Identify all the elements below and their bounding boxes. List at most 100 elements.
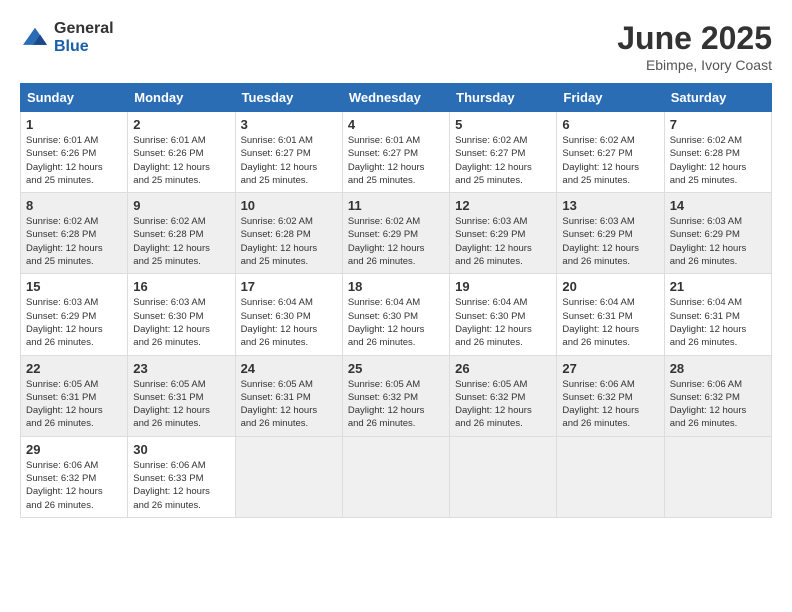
calendar-cell: 11Sunrise: 6:02 AM Sunset: 6:29 PM Dayli… — [342, 193, 449, 274]
calendar-cell: 9 Sunrise: 6:02 AM Sunset: 6:28 PM Daylig… — [128, 193, 235, 274]
day-info: Sunrise: 6:04 AM Sunset: 6:30 PM Dayligh… — [348, 296, 444, 349]
calendar-cell: 2 Sunrise: 6:01 AM Sunset: 6:26 PM Daylig… — [128, 112, 235, 193]
day-number: 7 — [670, 117, 766, 132]
day-info: Sunrise: 6:03 AM Sunset: 6:29 PM Dayligh… — [562, 215, 658, 268]
calendar-cell: 24 Sunrise: 6:05 AM Sunset: 6:31 PM Dayli… — [235, 355, 342, 436]
day-number: 3 — [241, 117, 337, 132]
day-info: Sunrise: 6:03 AM Sunset: 6:30 PM Dayligh… — [133, 296, 229, 349]
day-number: 10 — [241, 198, 337, 213]
day-info: Sunrise: 6:01 AM Sunset: 6:27 PM Dayligh… — [348, 134, 444, 187]
calendar-cell: 3 Sunrise: 6:01 AM Sunset: 6:27 PM Daylig… — [235, 112, 342, 193]
day-number: 28 — [670, 361, 766, 376]
calendar-table: SundayMondayTuesdayWednesdayThursdayFrid… — [20, 83, 772, 518]
calendar-cell — [664, 436, 771, 517]
day-info: Sunrise: 6:01 AM Sunset: 6:27 PM Dayligh… — [241, 134, 337, 187]
calendar-week-row-5: 29Sunrise: 6:06 AM Sunset: 6:32 PM Dayli… — [21, 436, 772, 517]
calendar-cell: 19 Sunrise: 6:04 AM Sunset: 6:30 PM Dayli… — [450, 274, 557, 355]
title-area: June 2025 Ebimpe, Ivory Coast — [617, 20, 772, 73]
calendar-cell — [557, 436, 664, 517]
day-number: 27 — [562, 361, 658, 376]
logo-general-text: General — [54, 20, 114, 37]
calendar-cell: 26Sunrise: 6:05 AM Sunset: 6:32 PM Dayli… — [450, 355, 557, 436]
day-info: Sunrise: 6:01 AM Sunset: 6:26 PM Dayligh… — [133, 134, 229, 187]
weekday-header-monday: Monday — [128, 84, 235, 112]
day-info: Sunrise: 6:02 AM Sunset: 6:27 PM Dayligh… — [562, 134, 658, 187]
day-number: 1 — [26, 117, 122, 132]
weekday-header-friday: Friday — [557, 84, 664, 112]
calendar-cell: 1 Sunrise: 6:01 AM Sunset: 6:26 PM Daylig… — [21, 112, 128, 193]
day-info: Sunrise: 6:02 AM Sunset: 6:27 PM Dayligh… — [455, 134, 551, 187]
logo-icon — [20, 26, 50, 50]
calendar-cell: 29Sunrise: 6:06 AM Sunset: 6:32 PM Dayli… — [21, 436, 128, 517]
day-info: Sunrise: 6:05 AM Sunset: 6:32 PM Dayligh… — [348, 378, 444, 431]
day-info: Sunrise: 6:02 AM Sunset: 6:28 PM Dayligh… — [670, 134, 766, 187]
day-info: Sunrise: 6:03 AM Sunset: 6:29 PM Dayligh… — [26, 296, 122, 349]
weekday-header-tuesday: Tuesday — [235, 84, 342, 112]
calendar-week-row-1: 1 Sunrise: 6:01 AM Sunset: 6:26 PM Daylig… — [21, 112, 772, 193]
weekday-header-thursday: Thursday — [450, 84, 557, 112]
day-number: 17 — [241, 279, 337, 294]
month-title: June 2025 — [617, 20, 772, 57]
weekday-header-saturday: Saturday — [664, 84, 771, 112]
day-info: Sunrise: 6:03 AM Sunset: 6:29 PM Dayligh… — [455, 215, 551, 268]
day-number: 21 — [670, 279, 766, 294]
day-info: Sunrise: 6:06 AM Sunset: 6:32 PM Dayligh… — [562, 378, 658, 431]
calendar-cell — [450, 436, 557, 517]
day-info: Sunrise: 6:02 AM Sunset: 6:28 PM Dayligh… — [26, 215, 122, 268]
calendar-cell: 10 Sunrise: 6:02 AM Sunset: 6:28 PM Dayli… — [235, 193, 342, 274]
logo: General Blue — [20, 20, 114, 56]
day-info: Sunrise: 6:01 AM Sunset: 6:26 PM Dayligh… — [26, 134, 122, 187]
calendar-cell — [342, 436, 449, 517]
day-info: Sunrise: 6:06 AM Sunset: 6:32 PM Dayligh… — [26, 459, 122, 512]
calendar-cell: 14 Sunrise: 6:03 AM Sunset: 6:29 PM Dayli… — [664, 193, 771, 274]
calendar-cell: 13 Sunrise: 6:03 AM Sunset: 6:29 PM Dayli… — [557, 193, 664, 274]
day-info: Sunrise: 6:02 AM Sunset: 6:28 PM Dayligh… — [133, 215, 229, 268]
calendar-cell: 16Sunrise: 6:03 AM Sunset: 6:30 PM Dayli… — [128, 274, 235, 355]
calendar-cell: 6 Sunrise: 6:02 AM Sunset: 6:27 PM Daylig… — [557, 112, 664, 193]
day-info: Sunrise: 6:02 AM Sunset: 6:29 PM Dayligh… — [348, 215, 444, 268]
calendar-cell: 20 Sunrise: 6:04 AM Sunset: 6:31 PM Dayli… — [557, 274, 664, 355]
day-number: 25 — [348, 361, 444, 376]
day-info: Sunrise: 6:04 AM Sunset: 6:31 PM Dayligh… — [670, 296, 766, 349]
day-info: Sunrise: 6:06 AM Sunset: 6:33 PM Dayligh… — [133, 459, 229, 512]
day-number: 20 — [562, 279, 658, 294]
weekday-header-sunday: Sunday — [21, 84, 128, 112]
day-number: 13 — [562, 198, 658, 213]
day-number: 6 — [562, 117, 658, 132]
day-info: Sunrise: 6:05 AM Sunset: 6:31 PM Dayligh… — [133, 378, 229, 431]
calendar-cell: 28 Sunrise: 6:06 AM Sunset: 6:32 PM Dayli… — [664, 355, 771, 436]
calendar-week-row-2: 8Sunrise: 6:02 AM Sunset: 6:28 PM Daylig… — [21, 193, 772, 274]
location-title: Ebimpe, Ivory Coast — [617, 57, 772, 73]
day-number: 18 — [348, 279, 444, 294]
page-header: General Blue June 2025 Ebimpe, Ivory Coa… — [20, 20, 772, 73]
calendar-cell: 8Sunrise: 6:02 AM Sunset: 6:28 PM Daylig… — [21, 193, 128, 274]
day-number: 5 — [455, 117, 551, 132]
day-info: Sunrise: 6:02 AM Sunset: 6:28 PM Dayligh… — [241, 215, 337, 268]
calendar-cell: 17 Sunrise: 6:04 AM Sunset: 6:30 PM Dayli… — [235, 274, 342, 355]
weekday-header-row: SundayMondayTuesdayWednesdayThursdayFrid… — [21, 84, 772, 112]
logo-blue-text: Blue — [54, 38, 89, 55]
day-number: 19 — [455, 279, 551, 294]
weekday-header-wednesday: Wednesday — [342, 84, 449, 112]
day-number: 14 — [670, 198, 766, 213]
day-info: Sunrise: 6:03 AM Sunset: 6:29 PM Dayligh… — [670, 215, 766, 268]
day-number: 9 — [133, 198, 229, 213]
calendar-week-row-3: 15Sunrise: 6:03 AM Sunset: 6:29 PM Dayli… — [21, 274, 772, 355]
day-info: Sunrise: 6:05 AM Sunset: 6:31 PM Dayligh… — [241, 378, 337, 431]
day-number: 4 — [348, 117, 444, 132]
calendar-cell: 23Sunrise: 6:05 AM Sunset: 6:31 PM Dayli… — [128, 355, 235, 436]
day-info: Sunrise: 6:05 AM Sunset: 6:31 PM Dayligh… — [26, 378, 122, 431]
day-number: 2 — [133, 117, 229, 132]
day-number: 24 — [241, 361, 337, 376]
day-info: Sunrise: 6:04 AM Sunset: 6:30 PM Dayligh… — [241, 296, 337, 349]
calendar-cell: 27 Sunrise: 6:06 AM Sunset: 6:32 PM Dayli… — [557, 355, 664, 436]
calendar-week-row-4: 22Sunrise: 6:05 AM Sunset: 6:31 PM Dayli… — [21, 355, 772, 436]
calendar-cell: 4 Sunrise: 6:01 AM Sunset: 6:27 PM Daylig… — [342, 112, 449, 193]
day-info: Sunrise: 6:04 AM Sunset: 6:31 PM Dayligh… — [562, 296, 658, 349]
day-info: Sunrise: 6:04 AM Sunset: 6:30 PM Dayligh… — [455, 296, 551, 349]
day-info: Sunrise: 6:06 AM Sunset: 6:32 PM Dayligh… — [670, 378, 766, 431]
calendar-cell: 12 Sunrise: 6:03 AM Sunset: 6:29 PM Dayli… — [450, 193, 557, 274]
day-number: 12 — [455, 198, 551, 213]
calendar-cell: 5 Sunrise: 6:02 AM Sunset: 6:27 PM Daylig… — [450, 112, 557, 193]
calendar-cell: 22Sunrise: 6:05 AM Sunset: 6:31 PM Dayli… — [21, 355, 128, 436]
